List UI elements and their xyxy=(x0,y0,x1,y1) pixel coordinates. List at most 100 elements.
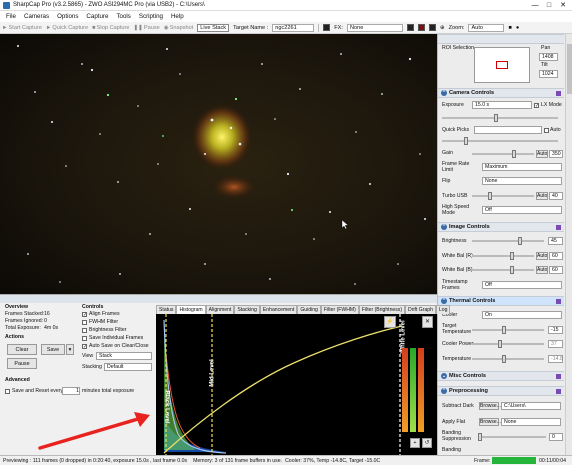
start-capture-button[interactable]: ► Start Capture xyxy=(2,25,42,31)
brightness-input[interactable]: 45 xyxy=(548,237,563,245)
high-speed-mode-select[interactable]: Off xyxy=(482,206,562,214)
pan-input[interactable]: 1408 xyxy=(539,53,558,61)
menu-tools[interactable]: Tools xyxy=(116,13,130,20)
red-level-bar[interactable] xyxy=(402,348,408,432)
tab-stacking[interactable]: Stacking xyxy=(234,305,260,314)
misc-controls-header[interactable]: ⌄ Misc Controls xyxy=(438,371,564,381)
roi-selector[interactable] xyxy=(474,47,530,83)
quick-capture-button[interactable]: ► Quick Capture xyxy=(46,25,88,31)
save-individual-checkbox[interactable] xyxy=(82,336,87,341)
section-menu-icon[interactable] xyxy=(556,298,561,304)
thermal-controls-header[interactable]: ⌃ Thermal Controls xyxy=(438,296,564,306)
preprocessing-header[interactable]: ⌃ Preprocessing xyxy=(438,386,564,396)
auto-stretch-button[interactable]: ⚡ xyxy=(384,316,396,328)
color-swatch-3[interactable] xyxy=(417,24,425,31)
fx-select[interactable]: None xyxy=(346,23,403,32)
frame-rate-limit-select[interactable]: Maximum xyxy=(482,163,562,171)
pause-stack-button[interactable]: Pause xyxy=(7,358,37,369)
banding-suppression-input[interactable]: 0 xyxy=(549,433,563,441)
color-swatch-1[interactable] xyxy=(323,24,331,31)
auto-save-checkbox[interactable]: ✓ xyxy=(82,344,87,350)
subtract-dark-browse-button[interactable]: Browse... xyxy=(479,402,501,410)
white-bal-b-auto-button[interactable]: Auto xyxy=(536,266,548,274)
close-icon[interactable]: ✕ xyxy=(556,0,570,10)
brightness-filter-checkbox[interactable] xyxy=(82,328,87,333)
quick-picks-select[interactable] xyxy=(474,126,542,134)
gain-input[interactable]: 350 xyxy=(549,150,563,158)
gain-auto-button[interactable]: Auto xyxy=(536,150,548,158)
white-bal-b-input[interactable]: 60 xyxy=(549,266,563,274)
white-bal-r-input[interactable]: 60 xyxy=(549,252,563,260)
maximize-icon[interactable]: □ xyxy=(542,0,556,10)
clear-button[interactable]: Clear xyxy=(7,344,37,355)
menu-help[interactable]: Help xyxy=(171,13,184,20)
section-menu-icon[interactable] xyxy=(556,373,561,379)
target-name-input[interactable]: ngc2261 xyxy=(272,23,315,32)
stacking-select[interactable]: Default xyxy=(104,363,152,371)
fwhm-filter-checkbox[interactable] xyxy=(82,320,87,325)
view-select[interactable]: Stack xyxy=(96,352,152,360)
gain-slider[interactable] xyxy=(472,150,534,158)
panel-scrollbar[interactable] xyxy=(565,34,572,455)
live-stack-button[interactable]: Live Stack xyxy=(197,23,230,32)
exposure-slider[interactable] xyxy=(442,114,558,122)
menu-cameras[interactable]: Cameras xyxy=(24,13,49,20)
apply-flat-browse-button[interactable]: Browse... xyxy=(479,418,501,426)
zoom-in-button[interactable]: + xyxy=(410,438,420,448)
eyedropper-icon[interactable]: ● xyxy=(516,25,519,31)
tab-alignment[interactable]: Alignment xyxy=(205,305,235,314)
green-level-bar[interactable] xyxy=(410,348,416,432)
color-picker-icon[interactable]: ■ xyxy=(508,25,511,31)
tab-guiding[interactable]: Guiding xyxy=(297,305,321,314)
zoom-select[interactable]: Auto xyxy=(468,23,505,32)
banding-suppression-slider[interactable] xyxy=(478,433,546,441)
tab-log[interactable]: Log xyxy=(435,305,451,314)
section-menu-icon[interactable] xyxy=(556,388,561,394)
exposure-input[interactable]: 15.0 s xyxy=(472,101,532,109)
save-reset-interval-input[interactable]: 1 xyxy=(62,387,80,395)
quick-picks-auto-checkbox[interactable] xyxy=(544,128,549,133)
menu-capture[interactable]: Capture xyxy=(86,13,108,20)
lx-mode-checkbox[interactable]: ✓ xyxy=(534,103,539,109)
menu-file[interactable]: File xyxy=(6,13,16,20)
white-bal-r-slider[interactable] xyxy=(472,252,534,260)
menu-scripting[interactable]: Scripting xyxy=(139,13,163,20)
reset-histogram-button[interactable]: ↺ xyxy=(422,438,432,448)
camera-controls-header[interactable]: ⌃ Camera Controls xyxy=(438,88,564,98)
apply-flat-select[interactable]: None xyxy=(501,418,561,426)
scrollbar-thumb[interactable] xyxy=(567,44,572,94)
menu-options[interactable]: Options xyxy=(57,13,78,20)
subtract-dark-select[interactable]: C:\Users\ xyxy=(501,402,561,410)
roi-box[interactable] xyxy=(496,61,508,69)
tab-filter-fwhm[interactable]: Filter (FWHM) xyxy=(320,305,359,314)
tilt-input[interactable]: 1024 xyxy=(539,70,558,78)
cooler-select[interactable]: On xyxy=(482,311,562,319)
section-menu-icon[interactable] xyxy=(556,90,561,96)
image-viewport[interactable] xyxy=(0,34,437,294)
turbo-usb-input[interactable]: 40 xyxy=(549,192,563,200)
save-button[interactable]: Save xyxy=(41,344,65,355)
minimize-icon[interactable]: — xyxy=(528,0,542,10)
target-temperature-input[interactable]: -15 xyxy=(548,326,563,334)
turbo-usb-auto-button[interactable]: Auto xyxy=(536,192,548,200)
tab-filter-brightness[interactable]: Filter (Brightness) xyxy=(358,305,406,314)
tab-drift-graph[interactable]: Drift Graph xyxy=(405,305,436,314)
timestamp-frames-select[interactable]: Off xyxy=(482,281,562,289)
snapshot-button[interactable]: ◉ Snapshot xyxy=(164,25,194,31)
tab-enhancement[interactable]: Enhancement xyxy=(259,305,298,314)
target-temperature-slider[interactable] xyxy=(472,326,544,334)
quick-picks-slider[interactable] xyxy=(442,137,558,145)
stop-capture-button[interactable]: ■ Stop Capture xyxy=(92,25,129,31)
flip-select[interactable]: None xyxy=(482,177,562,185)
white-bal-b-slider[interactable] xyxy=(472,266,534,274)
tab-status[interactable]: Status xyxy=(156,305,177,314)
tab-histogram[interactable]: Histogram xyxy=(176,305,206,314)
align-frames-checkbox[interactable]: ✓ xyxy=(82,312,87,318)
color-swatch-4[interactable] xyxy=(428,24,436,31)
close-histogram-button[interactable]: ✕ xyxy=(422,316,433,328)
histogram-chart[interactable]: Black Level Mid Level White Level ⚡ ✕ + … xyxy=(156,314,437,456)
save-dropdown-icon[interactable]: ▾ xyxy=(66,344,74,355)
turbo-usb-slider[interactable] xyxy=(472,192,534,200)
color-swatch-2[interactable] xyxy=(406,24,414,31)
brightness-slider[interactable] xyxy=(472,237,544,245)
